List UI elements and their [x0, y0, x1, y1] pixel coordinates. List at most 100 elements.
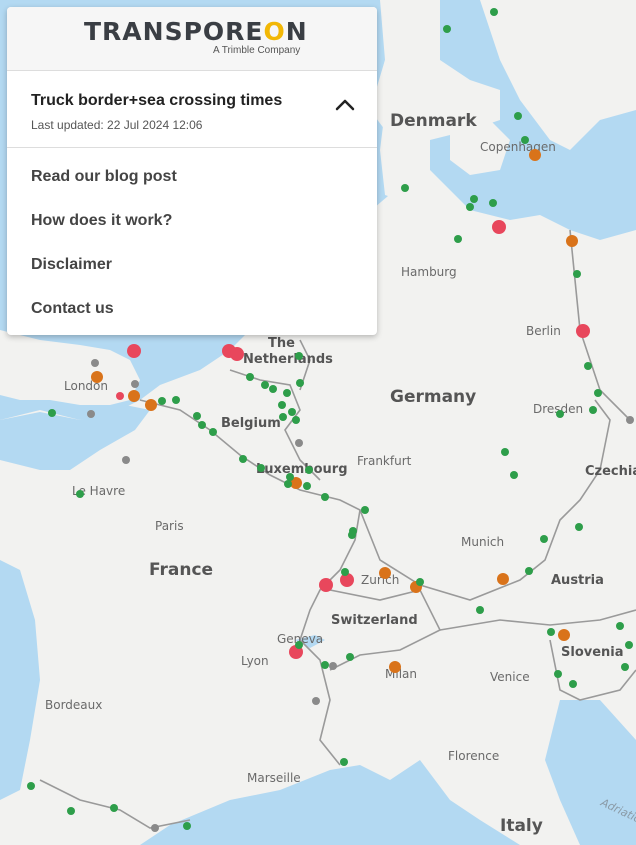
crossing-marker-red[interactable]	[492, 220, 506, 234]
menu-item-blog[interactable]: Read our blog post	[7, 161, 377, 205]
crossing-marker-green[interactable]	[514, 112, 522, 120]
crossing-marker-orange[interactable]	[389, 661, 401, 673]
crossing-marker-green[interactable]	[286, 473, 294, 481]
crossing-marker-green[interactable]	[198, 421, 206, 429]
crossing-marker-green[interactable]	[305, 466, 313, 474]
chevron-up-icon	[335, 99, 355, 111]
crossing-marker-green[interactable]	[27, 782, 35, 790]
crossing-marker-green[interactable]	[340, 758, 348, 766]
crossing-marker-green[interactable]	[321, 493, 329, 501]
crossing-marker-green[interactable]	[569, 680, 577, 688]
crossing-marker-green[interactable]	[575, 523, 583, 531]
menu-item-contact[interactable]: Contact us	[7, 293, 377, 335]
city-label: Copenhagen	[480, 140, 556, 154]
crossing-marker-gray[interactable]	[91, 359, 99, 367]
crossing-marker-green[interactable]	[296, 379, 304, 387]
crossing-marker-green[interactable]	[361, 506, 369, 514]
country-label: Netherlands	[243, 352, 333, 367]
crossing-marker-red[interactable]	[230, 347, 244, 361]
crossing-marker-orange[interactable]	[497, 573, 509, 585]
crossing-marker-green[interactable]	[476, 606, 484, 614]
crossing-marker-orange[interactable]	[558, 629, 570, 641]
crossing-marker-green[interactable]	[279, 413, 287, 421]
crossing-marker-green[interactable]	[547, 628, 555, 636]
crossing-marker-green[interactable]	[401, 184, 409, 192]
crossing-marker-red[interactable]	[116, 392, 124, 400]
crossing-marker-green[interactable]	[269, 385, 277, 393]
crossing-marker-green[interactable]	[288, 408, 296, 416]
crossing-marker-green[interactable]	[621, 663, 629, 671]
crossing-marker-green[interactable]	[454, 235, 462, 243]
crossing-marker-green[interactable]	[295, 641, 303, 649]
crossing-marker-green[interactable]	[443, 25, 451, 33]
crossing-marker-green[interactable]	[416, 578, 424, 586]
crossing-marker-green[interactable]	[158, 397, 166, 405]
crossing-marker-green[interactable]	[466, 203, 474, 211]
crossing-marker-green[interactable]	[321, 661, 329, 669]
crossing-marker-orange[interactable]	[566, 235, 578, 247]
collapse-button[interactable]	[331, 91, 359, 119]
crossing-marker-green[interactable]	[625, 641, 633, 649]
menu-item-disclaimer[interactable]: Disclaimer	[7, 249, 377, 293]
crossing-marker-green[interactable]	[239, 455, 247, 463]
crossing-marker-green[interactable]	[292, 416, 300, 424]
crossing-marker-green[interactable]	[589, 406, 597, 414]
crossing-marker-gray[interactable]	[295, 439, 303, 447]
title-row: Truck border+sea crossing times Last upd…	[7, 71, 377, 148]
crossing-marker-orange[interactable]	[529, 149, 541, 161]
crossing-marker-green[interactable]	[556, 410, 564, 418]
crossing-marker-green[interactable]	[554, 670, 562, 678]
crossing-marker-red[interactable]	[127, 344, 141, 358]
crossing-marker-green[interactable]	[490, 8, 498, 16]
country-label: Austria	[551, 573, 604, 588]
crossing-marker-green[interactable]	[246, 373, 254, 381]
crossing-marker-green[interactable]	[295, 352, 303, 360]
crossing-marker-green[interactable]	[584, 362, 592, 370]
crossing-marker-green[interactable]	[341, 568, 349, 576]
crossing-marker-orange[interactable]	[128, 390, 140, 402]
crossing-marker-green[interactable]	[110, 804, 118, 812]
crossing-marker-green[interactable]	[48, 409, 56, 417]
crossing-marker-green[interactable]	[489, 199, 497, 207]
crossing-marker-green[interactable]	[573, 270, 581, 278]
city-label: Lyon	[241, 654, 269, 668]
city-label: Bordeaux	[45, 698, 102, 712]
crossing-marker-green[interactable]	[284, 480, 292, 488]
crossing-marker-green[interactable]	[346, 653, 354, 661]
crossing-marker-green[interactable]	[525, 567, 533, 575]
crossing-marker-green[interactable]	[540, 535, 548, 543]
crossing-marker-green[interactable]	[261, 381, 269, 389]
crossing-marker-gray[interactable]	[87, 410, 95, 418]
crossing-marker-green[interactable]	[172, 396, 180, 404]
crossing-marker-green[interactable]	[594, 389, 602, 397]
crossing-marker-gray[interactable]	[122, 456, 130, 464]
crossing-marker-red[interactable]	[319, 578, 333, 592]
crossing-marker-orange[interactable]	[145, 399, 157, 411]
crossing-marker-green[interactable]	[209, 428, 217, 436]
crossing-marker-green[interactable]	[501, 448, 509, 456]
crossing-marker-gray[interactable]	[131, 380, 139, 388]
brand-header: TRANSPOREON A Trimble Company	[7, 7, 377, 71]
crossing-marker-green[interactable]	[470, 195, 478, 203]
crossing-marker-green[interactable]	[510, 471, 518, 479]
menu-item-how-it-works[interactable]: How does it work?	[7, 205, 377, 249]
crossing-marker-green[interactable]	[348, 531, 356, 539]
crossing-marker-red[interactable]	[576, 324, 590, 338]
crossing-marker-green[interactable]	[257, 464, 265, 472]
crossing-marker-green[interactable]	[278, 401, 286, 409]
crossing-marker-green[interactable]	[183, 822, 191, 830]
crossing-marker-gray[interactable]	[329, 662, 337, 670]
crossing-marker-green[interactable]	[193, 412, 201, 420]
crossing-marker-green[interactable]	[521, 136, 529, 144]
crossing-marker-green[interactable]	[76, 490, 84, 498]
crossing-marker-green[interactable]	[67, 807, 75, 815]
crossing-marker-gray[interactable]	[151, 824, 159, 832]
country-label: France	[149, 560, 213, 580]
crossing-marker-green[interactable]	[616, 622, 624, 630]
crossing-marker-green[interactable]	[303, 482, 311, 490]
crossing-marker-orange[interactable]	[91, 371, 103, 383]
crossing-marker-gray[interactable]	[312, 697, 320, 705]
crossing-marker-orange[interactable]	[379, 567, 391, 579]
crossing-marker-green[interactable]	[283, 389, 291, 397]
crossing-marker-gray[interactable]	[626, 416, 634, 424]
